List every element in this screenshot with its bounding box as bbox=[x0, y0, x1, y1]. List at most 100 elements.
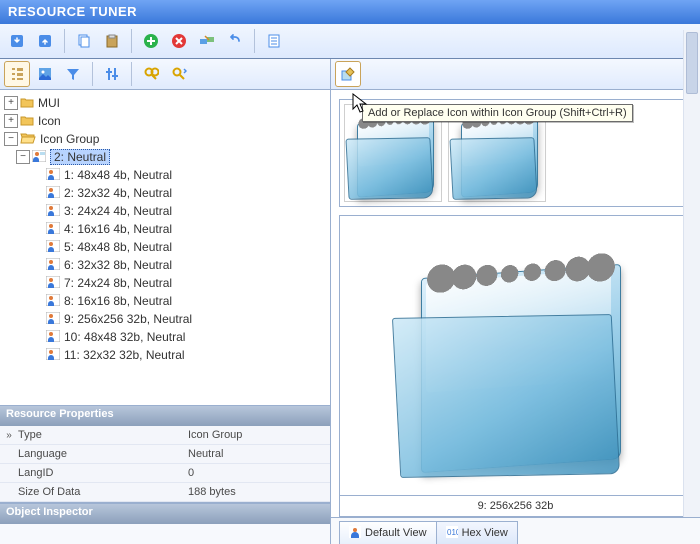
rename-button[interactable] bbox=[194, 28, 220, 54]
find-next-button[interactable] bbox=[166, 61, 192, 87]
scrollbar-thumb[interactable] bbox=[686, 32, 698, 94]
tree-item-label: MUI bbox=[38, 96, 60, 110]
expander-icon[interactable]: − bbox=[4, 132, 18, 146]
tab-label: Hex View bbox=[462, 527, 508, 539]
down-button[interactable] bbox=[4, 28, 30, 54]
main-area: +MUI+Icon−Icon Group−2: Neutral1: 48x48 … bbox=[0, 59, 700, 544]
tree-item[interactable]: 3: 24x24 4b, Neutral bbox=[4, 202, 326, 220]
expander-icon[interactable]: + bbox=[4, 96, 18, 110]
property-row: Size Of Data188 bytes bbox=[0, 483, 330, 502]
object-inspector-panel: Object Inspector bbox=[0, 503, 330, 544]
options-button[interactable] bbox=[261, 28, 287, 54]
expander-icon[interactable]: − bbox=[16, 150, 30, 164]
tree-item[interactable]: − 2: Neutral bbox=[4, 148, 326, 166]
property-value: Icon Group bbox=[188, 429, 330, 441]
person-icon bbox=[349, 526, 361, 541]
tree-item[interactable]: 2: 32x32 4b, Neutral bbox=[4, 184, 326, 202]
resource-icon bbox=[46, 168, 60, 183]
property-key: LangID bbox=[18, 467, 188, 479]
property-key: Size Of Data bbox=[18, 486, 188, 498]
property-row: LangID0 bbox=[0, 464, 330, 483]
view-tabs: Default View 0101 Hex View bbox=[331, 517, 700, 544]
settings-button[interactable] bbox=[99, 61, 125, 87]
toolbar-separator bbox=[254, 29, 255, 53]
tree-item[interactable]: + MUI bbox=[4, 94, 326, 112]
folder-icon bbox=[20, 132, 36, 147]
resource-tree[interactable]: +MUI+Icon−Icon Group−2: Neutral1: 48x48 … bbox=[0, 90, 330, 406]
resource-icon bbox=[32, 150, 46, 165]
tab-label: Default View bbox=[365, 527, 427, 539]
resource-icon bbox=[46, 204, 60, 219]
tab-default-view[interactable]: Default View bbox=[339, 521, 437, 544]
resource-properties-panel: Resource Properties »TypeIcon GroupLangu… bbox=[0, 406, 330, 503]
add-button[interactable] bbox=[138, 28, 164, 54]
window-titlebar: RESOURCE TUNER bbox=[0, 0, 700, 24]
chevron-icon: » bbox=[0, 430, 18, 441]
tree-item[interactable]: 5: 48x48 8b, Neutral bbox=[4, 238, 326, 256]
tree-item-label: 3: 24x24 4b, Neutral bbox=[64, 204, 172, 218]
edit-icon-button[interactable] bbox=[335, 61, 361, 87]
tree-item[interactable]: 10: 48x48 32b, Neutral bbox=[4, 328, 326, 346]
property-value: 188 bytes bbox=[188, 486, 330, 498]
tree-item[interactable]: 7: 24x24 8b, Neutral bbox=[4, 274, 326, 292]
tree-item-label: 6: 32x32 8b, Neutral bbox=[64, 258, 172, 272]
tree-item[interactable]: 1: 48x48 4b, Neutral bbox=[4, 166, 326, 184]
tree-item[interactable]: + Icon bbox=[4, 112, 326, 130]
preview-area: 9: 256x256 32b bbox=[339, 215, 692, 517]
tree-item[interactable]: 8: 16x16 8b, Neutral bbox=[4, 292, 326, 310]
copy-button[interactable] bbox=[71, 28, 97, 54]
tooltip: Add or Replace Icon within Icon Group (S… bbox=[362, 104, 633, 122]
main-toolbar bbox=[0, 24, 700, 59]
resource-icon bbox=[46, 348, 60, 363]
undo-button[interactable] bbox=[222, 28, 248, 54]
mouse-cursor bbox=[352, 93, 370, 115]
left-panel: +MUI+Icon−Icon Group−2: Neutral1: 48x48 … bbox=[0, 59, 331, 544]
find-button[interactable] bbox=[138, 61, 164, 87]
image-view-button[interactable] bbox=[32, 61, 58, 87]
filter-button[interactable] bbox=[60, 61, 86, 87]
expander-icon[interactable]: + bbox=[4, 114, 18, 128]
tree-item-label: 10: 48x48 32b, Neutral bbox=[64, 330, 185, 344]
property-key: Type bbox=[18, 429, 188, 441]
tree-item[interactable]: 11: 32x32 32b, Neutral bbox=[4, 346, 326, 364]
folder-icon bbox=[20, 96, 34, 111]
tree-item[interactable]: − Icon Group bbox=[4, 130, 326, 148]
tree-item-label: 2: Neutral bbox=[50, 149, 110, 165]
left-toolbar bbox=[0, 59, 330, 90]
tree-item-label: 2: 32x32 4b, Neutral bbox=[64, 186, 172, 200]
tree-item-label: 1: 48x48 4b, Neutral bbox=[64, 168, 172, 182]
tree-item-label: 8: 16x16 8b, Neutral bbox=[64, 294, 172, 308]
tree-item[interactable]: 9: 256x256 32b, Neutral bbox=[4, 310, 326, 328]
resource-icon bbox=[46, 258, 60, 273]
property-value: Neutral bbox=[188, 448, 330, 460]
right-panel: 9: 256x256 32b Default View 0101 Hex Vie… bbox=[331, 59, 700, 544]
tree-item-label: 11: 32x32 32b, Neutral bbox=[64, 348, 185, 362]
toolbar-separator bbox=[64, 29, 65, 53]
hex-icon: 0101 bbox=[446, 526, 458, 541]
resource-icon bbox=[46, 312, 60, 327]
up-button[interactable] bbox=[32, 28, 58, 54]
resource-icon bbox=[46, 222, 60, 237]
right-toolbar bbox=[331, 59, 700, 90]
property-key: Language bbox=[18, 448, 188, 460]
left-toolbar-separator bbox=[92, 62, 93, 86]
tree-item-label: 7: 24x24 8b, Neutral bbox=[64, 276, 172, 290]
tree-item[interactable]: 6: 32x32 8b, Neutral bbox=[4, 256, 326, 274]
tree-item-label: Icon Group bbox=[40, 132, 99, 146]
tree-view-button[interactable] bbox=[4, 61, 30, 87]
folder-icon bbox=[20, 114, 34, 129]
tree-item-label: 5: 48x48 8b, Neutral bbox=[64, 240, 172, 254]
resource-icon bbox=[46, 186, 60, 201]
property-value: 0 bbox=[188, 467, 330, 479]
object-inspector-title: Object Inspector bbox=[0, 504, 330, 524]
tree-item-label: Icon bbox=[38, 114, 61, 128]
vertical-scrollbar[interactable] bbox=[683, 30, 700, 517]
icon-preview bbox=[339, 215, 692, 496]
delete-button[interactable] bbox=[166, 28, 192, 54]
window-title: RESOURCE TUNER bbox=[8, 4, 137, 19]
tree-item[interactable]: 4: 16x16 4b, Neutral bbox=[4, 220, 326, 238]
property-row: LanguageNeutral bbox=[0, 445, 330, 464]
preview-caption: 9: 256x256 32b bbox=[339, 496, 692, 517]
paste-button[interactable] bbox=[99, 28, 125, 54]
tab-hex-view[interactable]: 0101 Hex View bbox=[436, 521, 518, 544]
